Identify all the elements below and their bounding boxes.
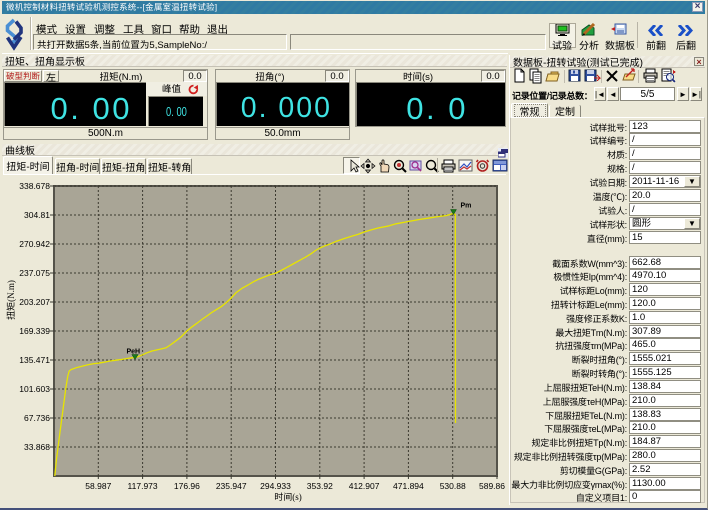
svg-text:时间(s): 时间(s) — [274, 490, 302, 503]
svg-text:33.868: 33.868 — [24, 442, 50, 452]
svg-text:270.942: 270.942 — [19, 239, 50, 249]
svg-text:203.207: 203.207 — [19, 297, 50, 307]
svg-text:135.471: 135.471 — [19, 355, 50, 365]
svg-text:353.92: 353.92 — [307, 481, 333, 491]
svg-text:304.81: 304.81 — [24, 210, 50, 220]
svg-text:169.339: 169.339 — [19, 326, 50, 336]
svg-text:扭矩(N.m): 扭矩(N.m) — [4, 280, 17, 320]
svg-text:338.678: 338.678 — [19, 181, 50, 191]
svg-text:58.987: 58.987 — [85, 481, 111, 491]
svg-text:294.933: 294.933 — [260, 481, 291, 491]
svg-text:235.947: 235.947 — [216, 481, 247, 491]
svg-text:67.736: 67.736 — [24, 413, 50, 423]
svg-text:412.907: 412.907 — [349, 481, 380, 491]
svg-text:101.603: 101.603 — [19, 384, 50, 394]
svg-text:PeH: PeH — [127, 349, 141, 356]
svg-text:471.894: 471.894 — [393, 481, 424, 491]
svg-text:117.973: 117.973 — [128, 481, 158, 491]
svg-text:Pm: Pm — [461, 203, 472, 210]
svg-text:176.96: 176.96 — [174, 481, 200, 491]
svg-text:530.88: 530.88 — [440, 481, 466, 491]
svg-text:589.86: 589.86 — [479, 481, 505, 491]
svg-text:237.075: 237.075 — [19, 268, 50, 278]
